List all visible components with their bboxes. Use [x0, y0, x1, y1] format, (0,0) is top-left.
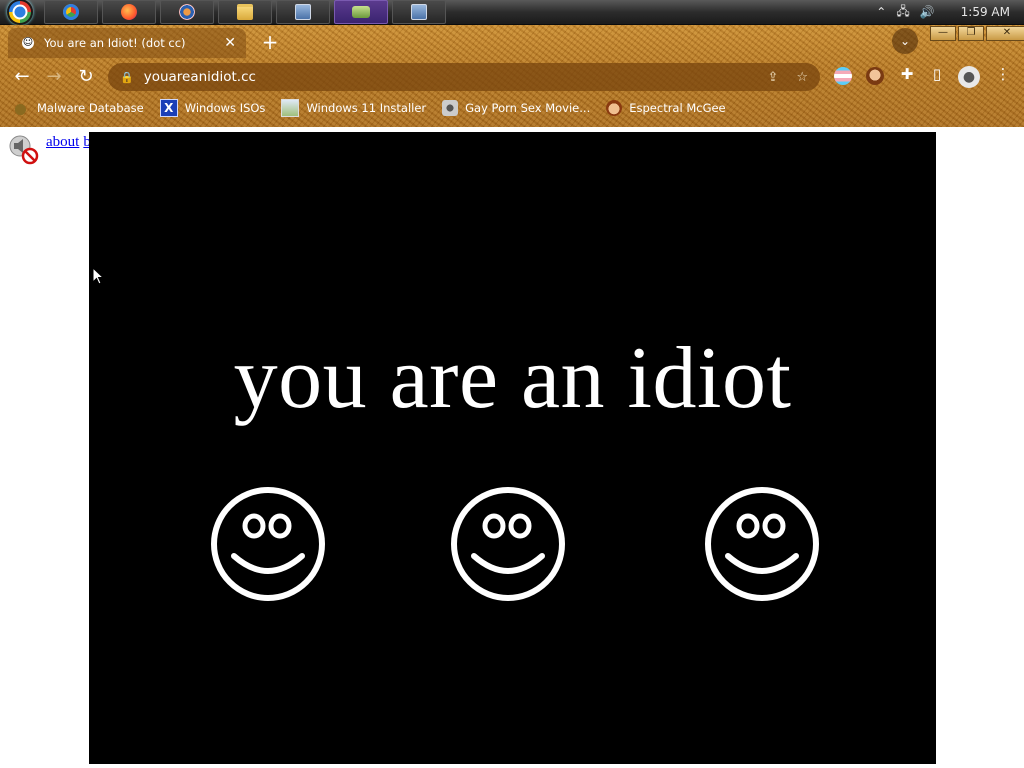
share-icon[interactable]: ⇪: [767, 70, 778, 85]
window-controls: — ❐ ✕: [928, 26, 1024, 41]
taskbar-explorer-button[interactable]: [218, 0, 272, 24]
taskbar-browser-button[interactable]: [160, 0, 214, 24]
x-icon: X: [159, 99, 178, 117]
network-icon: [295, 4, 311, 20]
smiley-face-icon: [451, 487, 565, 601]
smiley-face-icon: [705, 487, 819, 601]
menu-kebab-icon[interactable]: ⋮: [992, 65, 1014, 83]
address-bar[interactable]: 🔒 youareanidiot.cc ⇪ ☆: [108, 63, 820, 91]
side-panel-icon[interactable]: ▯: [926, 65, 948, 83]
bookmark-windows-11-installer[interactable]: Windows 11 Installer: [281, 99, 426, 117]
reload-icon[interactable]: ↻: [70, 61, 102, 93]
page-content: aboutback you are an idiot: [0, 127, 1024, 768]
taskbar-network-button[interactable]: [276, 0, 330, 24]
taskbar: ⌃ 🖧 🔊 1:59 AM: [0, 0, 1024, 25]
lock-icon[interactable]: 🔒: [120, 71, 134, 84]
bookmark-label: Windows ISOs: [184, 101, 266, 115]
browser-icon: [179, 4, 195, 20]
tab-close-icon[interactable]: ✕: [224, 35, 236, 51]
active-tab[interactable]: ☺ You are an Idiot! (dot cc) ✕: [8, 28, 246, 58]
flash-stage[interactable]: you are an idiot: [89, 132, 936, 764]
start-button[interactable]: [0, 0, 40, 25]
browser-frame: ☺ You are an Idiot! (dot cc) ✕ + ⌄ — ❐ ✕…: [0, 25, 1024, 127]
start-orb-icon: [7, 0, 33, 25]
clock[interactable]: 1:59 AM: [961, 5, 1010, 19]
forward-arrow-icon[interactable]: →: [38, 61, 70, 93]
smiley-face-icon: [211, 487, 325, 601]
profile-avatar-icon[interactable]: ●: [958, 66, 980, 88]
bookmark-malware-database[interactable]: Malware Database: [14, 100, 144, 116]
taskbar-firefox-button[interactable]: [102, 0, 156, 24]
system-tray: ⌃ 🖧 🔊 1:59 AM: [876, 2, 1024, 23]
extension-avatar-icon[interactable]: [866, 67, 884, 85]
minimize-button[interactable]: —: [930, 26, 956, 41]
bookmark-label: Malware Database: [37, 101, 144, 115]
bookmark-movie[interactable]: Gay Porn Sex Movie...: [442, 100, 590, 116]
bookmark-label: Gay Porn Sex Movie...: [465, 101, 591, 115]
bookmarks-bar: Malware Database X Windows ISOs Windows …: [0, 96, 1024, 120]
mouse-cursor-icon: [92, 267, 104, 285]
leaf-icon: [14, 100, 30, 116]
bookmark-windows-isos[interactable]: X Windows ISOs: [159, 99, 266, 117]
tab-title: You are an Idiot! (dot cc): [44, 36, 186, 50]
image-icon: [281, 99, 300, 117]
back-arrow-icon[interactable]: ←: [6, 61, 38, 93]
bookmark-label: Espectral McGee: [629, 101, 726, 115]
extension-flag-icon[interactable]: [834, 67, 852, 85]
bookmark-label: Windows 11 Installer: [306, 101, 427, 115]
folder-icon: [237, 4, 253, 20]
tab-search-chevron-icon[interactable]: ⌄: [892, 28, 918, 54]
chevron-up-icon[interactable]: ⌃: [876, 5, 886, 19]
app-icon: [352, 6, 370, 18]
bookmark-espectral-mcgee[interactable]: Espectral McGee: [606, 100, 726, 116]
camera-icon: [442, 100, 459, 116]
headline: you are an idiot: [233, 330, 792, 427]
new-tab-button[interactable]: +: [258, 31, 282, 55]
network-icon: [411, 4, 427, 20]
smiley-favicon-icon: ☺: [22, 37, 34, 49]
navigation-bar: ← → ↻ 🔒 youareanidiot.cc ⇪ ☆ ✚ ▯ ● ⋮: [0, 61, 1024, 93]
close-window-button[interactable]: ✕: [986, 26, 1024, 41]
firefox-icon: [121, 4, 137, 20]
face-icon: [606, 100, 623, 116]
restore-button[interactable]: ❐: [958, 26, 984, 41]
volume-icon[interactable]: 🔊: [920, 5, 935, 19]
taskbar-app-button-active[interactable]: [334, 0, 388, 24]
taskbar-chrome-button[interactable]: [44, 0, 98, 24]
address-text[interactable]: youareanidiot.cc: [144, 69, 256, 85]
taskbar-network-button-2[interactable]: [392, 0, 446, 24]
sound-muted-icon[interactable]: [8, 133, 40, 165]
network-tray-icon[interactable]: 🖧: [896, 2, 909, 23]
chrome-icon: [63, 4, 79, 20]
about-link[interactable]: about: [46, 134, 79, 150]
bookmark-star-icon[interactable]: ☆: [796, 70, 808, 85]
extensions-puzzle-icon[interactable]: ✚: [896, 65, 918, 83]
